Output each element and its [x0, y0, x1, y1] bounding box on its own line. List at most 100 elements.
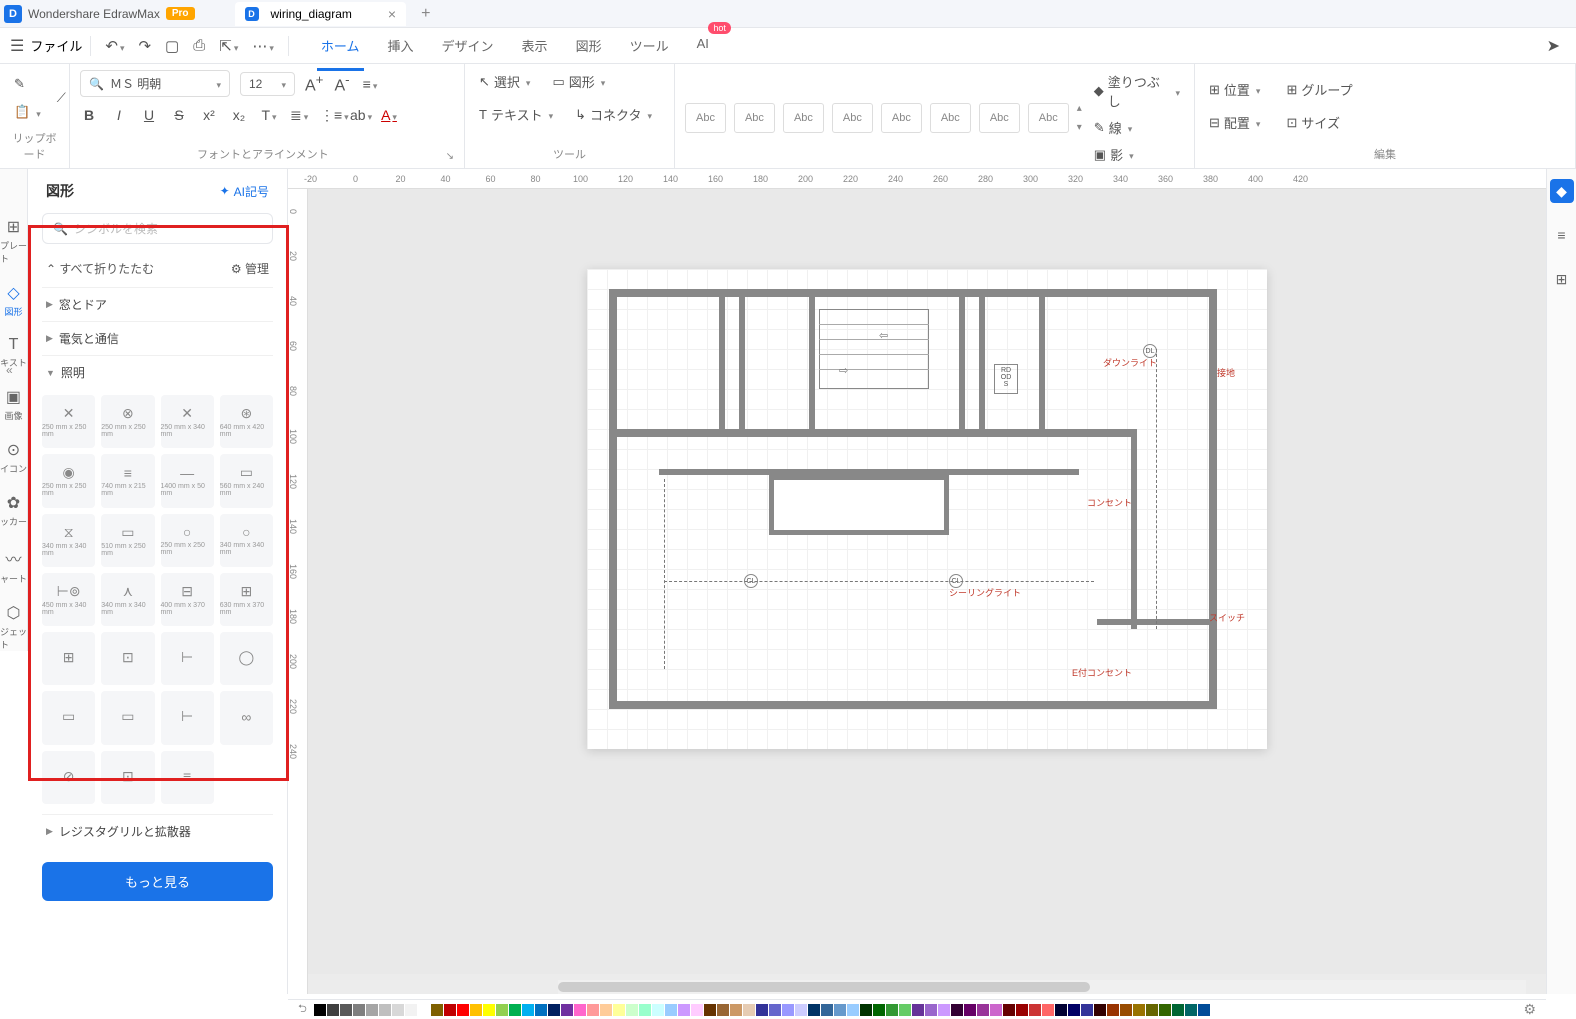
shapes-tab[interactable]: ◇図形: [4, 283, 22, 318]
color-swatch[interactable]: [535, 1004, 547, 1016]
shape-thumbnail[interactable]: ⊘: [42, 751, 95, 804]
shadow-menu[interactable]: ▣ 影: [1090, 143, 1138, 166]
color-swatch[interactable]: [717, 1004, 729, 1016]
color-swatch[interactable]: [392, 1004, 404, 1016]
style-preset[interactable]: Abc: [881, 103, 922, 133]
shape-thumbnail[interactable]: ⊞630 mm x 370 mm: [220, 573, 273, 626]
color-swatch[interactable]: [1159, 1004, 1171, 1016]
color-swatch[interactable]: [860, 1004, 872, 1016]
color-swatch[interactable]: [1185, 1004, 1197, 1016]
color-swatch[interactable]: [366, 1004, 378, 1016]
style-gallery[interactable]: Abc Abc Abc Abc Abc Abc Abc Abc: [685, 103, 1069, 133]
shape-thumbnail[interactable]: ▭: [101, 691, 154, 744]
color-swatch[interactable]: [925, 1004, 937, 1016]
color-swatch[interactable]: [314, 1004, 326, 1016]
shape-thumbnail[interactable]: ⊞: [42, 632, 95, 685]
tab-ai[interactable]: AIhot: [693, 28, 713, 63]
shape-thumbnail[interactable]: ▭510 mm x 250 mm: [101, 514, 154, 567]
shape-thumbnail[interactable]: ≡: [161, 751, 214, 804]
shape-thumbnail[interactable]: ⊢: [161, 632, 214, 685]
color-swatch[interactable]: [834, 1004, 846, 1016]
save-icon[interactable]: ▢: [159, 33, 185, 59]
redo-icon[interactable]: ↷: [132, 33, 157, 59]
symbol-search-input[interactable]: 🔍 シンボルを検索: [42, 213, 273, 244]
shape-thumbnail[interactable]: ◯: [220, 632, 273, 685]
line-spacing-icon[interactable]: ≣: [290, 107, 308, 124]
color-swatch[interactable]: [938, 1004, 950, 1016]
shape-thumbnail[interactable]: ▭: [42, 691, 95, 744]
underline-icon[interactable]: U: [140, 107, 158, 124]
image-tab[interactable]: ▣画像: [4, 387, 22, 422]
templates-tab[interactable]: ⊞プレート: [0, 217, 27, 265]
color-swatch[interactable]: [964, 1004, 976, 1016]
color-swatch[interactable]: [1133, 1004, 1145, 1016]
document-tab[interactable]: D wiring_diagram ×: [235, 2, 407, 26]
color-bar-toggle-icon[interactable]: ⮌: [298, 1000, 307, 1019]
color-swatch[interactable]: [1120, 1004, 1132, 1016]
style-preset[interactable]: Abc: [1028, 103, 1069, 133]
color-swatch[interactable]: [1198, 1004, 1210, 1016]
color-swatch[interactable]: [1081, 1004, 1093, 1016]
color-swatch[interactable]: [665, 1004, 677, 1016]
print-icon[interactable]: ⎙: [187, 33, 211, 58]
color-swatch[interactable]: [509, 1004, 521, 1016]
sticker-tab[interactable]: ✿ッカー: [0, 493, 27, 528]
category-windows-doors[interactable]: ▶窓とドア: [42, 287, 273, 321]
color-swatch[interactable]: [730, 1004, 742, 1016]
italic-icon[interactable]: I: [110, 107, 128, 124]
send-icon[interactable]: ➤: [1537, 32, 1570, 60]
color-swatch[interactable]: [561, 1004, 573, 1016]
strike-icon[interactable]: S: [170, 107, 188, 124]
color-swatch[interactable]: [912, 1004, 924, 1016]
shape-thumbnail[interactable]: ⊡: [101, 632, 154, 685]
shape-thumbnail[interactable]: —1400 mm x 50 mm: [161, 454, 214, 507]
tab-shapes[interactable]: 図形: [572, 28, 606, 63]
color-swatch[interactable]: [327, 1004, 339, 1016]
color-swatch[interactable]: [1029, 1004, 1041, 1016]
undo-icon[interactable]: ↶: [99, 33, 130, 59]
color-swatch[interactable]: [782, 1004, 794, 1016]
color-swatch[interactable]: [470, 1004, 482, 1016]
color-swatch[interactable]: [587, 1004, 599, 1016]
position-menu[interactable]: ⊞ 位置: [1205, 78, 1264, 101]
color-swatch[interactable]: [821, 1004, 833, 1016]
gallery-up-icon[interactable]: ▴: [1077, 103, 1082, 114]
color-swatch[interactable]: [496, 1004, 508, 1016]
chart-tab[interactable]: 〰ャート: [0, 546, 27, 585]
shape-thumbnail[interactable]: ✕250 mm x 250 mm: [42, 395, 95, 448]
more-icon[interactable]: ⋯: [246, 33, 280, 59]
gallery-down-icon[interactable]: ▾: [1077, 122, 1082, 133]
category-electric[interactable]: ▶電気と通信: [42, 321, 273, 355]
shape-thumbnail[interactable]: ⊗250 mm x 250 mm: [101, 395, 154, 448]
drawing-page[interactable]: ダウンライト 接地 コンセント シーリングライト スイッチ E付コンセント RD…: [587, 269, 1267, 749]
color-swatch[interactable]: [1094, 1004, 1106, 1016]
shape-thumbnail[interactable]: ⊟400 mm x 370 mm: [161, 573, 214, 626]
font-dialog-launcher[interactable]: ↘: [446, 151, 454, 162]
tab-design[interactable]: デザイン: [438, 28, 498, 63]
color-swatch[interactable]: [600, 1004, 612, 1016]
color-swatch[interactable]: [353, 1004, 365, 1016]
shape-thumbnail[interactable]: ▭560 mm x 240 mm: [220, 454, 273, 507]
horizontal-scrollbar[interactable]: [558, 980, 1526, 994]
tab-insert[interactable]: 挿入: [384, 28, 418, 63]
shape-thumbnail[interactable]: ⋏340 mm x 340 mm: [101, 573, 154, 626]
layers-tab[interactable]: ≡: [1550, 223, 1574, 247]
select-tool[interactable]: ↖ 選択: [475, 70, 534, 93]
color-swatch[interactable]: [847, 1004, 859, 1016]
color-swatch[interactable]: [769, 1004, 781, 1016]
decrease-font-icon[interactable]: A-: [333, 72, 351, 95]
color-swatch[interactable]: [873, 1004, 885, 1016]
close-tab-icon[interactable]: ×: [388, 6, 396, 22]
color-swatch[interactable]: [405, 1004, 417, 1016]
collapse-left-icon[interactable]: «: [6, 363, 13, 377]
file-menu[interactable]: ファイル: [30, 36, 82, 55]
color-swatch[interactable]: [639, 1004, 651, 1016]
color-swatch[interactable]: [548, 1004, 560, 1016]
color-swatch[interactable]: [795, 1004, 807, 1016]
canvas-viewport[interactable]: ダウンライト 接地 コンセント シーリングライト スイッチ E付コンセント RD…: [308, 189, 1546, 974]
fill-menu[interactable]: ◆ 塗りつぶし: [1090, 70, 1184, 112]
color-swatch[interactable]: [951, 1004, 963, 1016]
bold-icon[interactable]: B: [80, 107, 98, 124]
color-swatch[interactable]: [613, 1004, 625, 1016]
shape-thumbnail[interactable]: ⊡: [101, 751, 154, 804]
